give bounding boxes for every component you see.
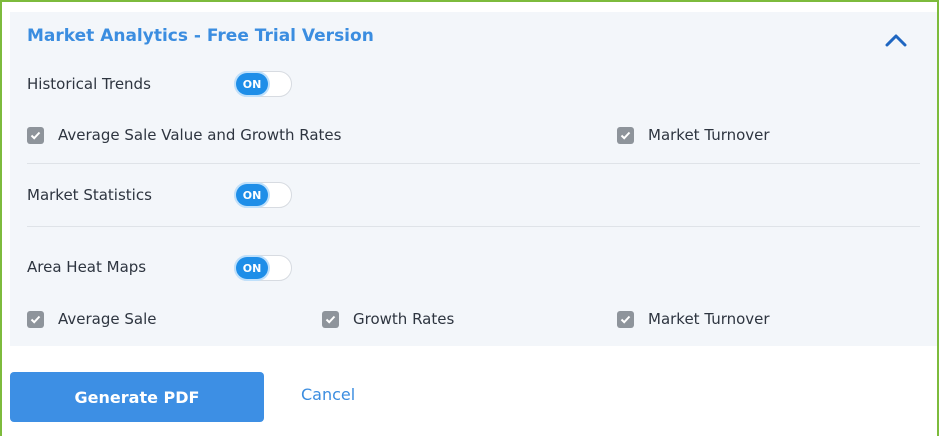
checkbox-average-sale[interactable]: Average Sale [27,310,156,328]
panel-title: Market Analytics - Free Trial Version [27,26,374,46]
checkbox-growth-rates[interactable]: Growth Rates [322,310,454,328]
checkbox-label: Market Turnover [648,310,770,328]
section-divider [27,163,920,164]
checkbox-checked-icon [27,310,44,328]
checkbox-checked-icon [27,126,44,144]
market-statistics-toggle[interactable]: ON [234,182,292,208]
checkbox-checked-icon [617,310,634,328]
historical-trends-toggle[interactable]: ON [234,71,292,97]
toggle-knob: ON [236,257,268,279]
checkbox-label: Growth Rates [353,310,455,328]
generate-pdf-button[interactable]: Generate PDF [10,372,264,422]
section-label-area-heat-maps: Area Heat Maps [27,258,147,276]
checkbox-average-sale-value-growth-rates[interactable]: Average Sale Value and Growth Rates [27,126,341,144]
collapse-button[interactable] [883,30,909,50]
checkbox-checked-icon [322,310,339,328]
checkbox-market-turnover-historical[interactable]: Market Turnover [617,126,770,144]
market-analytics-panel: Market Analytics - Free Trial Version Hi… [10,12,937,346]
chevron-up-icon [885,34,907,47]
section-label-historical-trends: Historical Trends [27,75,151,93]
checkbox-label: Market Turnover [648,126,770,144]
checkbox-label: Average Sale [58,310,157,328]
checkbox-label: Average Sale Value and Growth Rates [58,126,342,144]
cancel-link[interactable]: Cancel [301,385,355,404]
checkbox-checked-icon [617,126,634,144]
toggle-knob: ON [236,184,268,206]
section-divider [27,226,920,227]
section-label-market-statistics: Market Statistics [27,186,152,204]
checkbox-market-turnover-heatmap[interactable]: Market Turnover [617,310,770,328]
toggle-knob: ON [236,73,268,95]
area-heat-maps-toggle[interactable]: ON [234,255,292,281]
